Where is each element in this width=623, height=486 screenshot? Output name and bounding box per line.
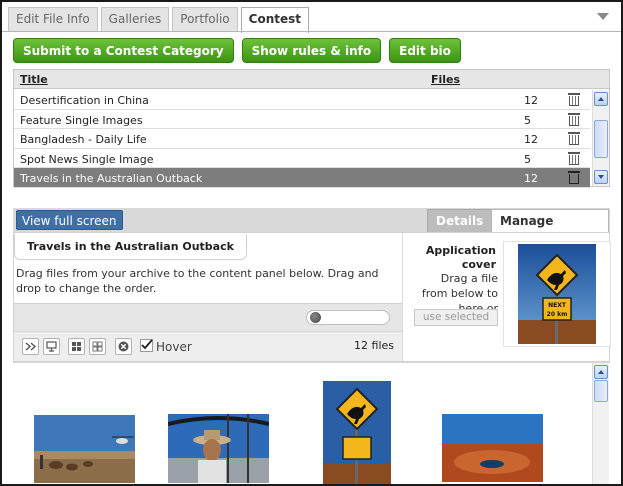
thumbnail-kangaroo-sign[interactable] [323,381,391,484]
content-thumbnails [13,362,610,484]
hover-label: Hover [156,340,192,354]
set-title: Travels in the Australian Outback [14,234,247,260]
scroll-up-icon[interactable] [594,92,608,106]
cover-sign-line1: NEXT [548,302,567,309]
trash-icon[interactable] [568,93,580,106]
trash-icon[interactable] [568,112,580,126]
application-cover-dropzone[interactable]: NEXT 20 km [503,241,611,347]
drag-instructions: Drag files from your archive to the cont… [16,267,379,295]
cover-divider [402,233,403,361]
remove-icon[interactable] [115,338,132,355]
scroll-thumb[interactable] [594,120,608,158]
top-tab-bar: Edit File Info Galleries Portfolio Conte… [8,7,312,33]
row-files: 12 [524,133,538,146]
contest-table: Title Files Desertification in China 12 … [13,69,610,188]
small-grid-icon[interactable] [89,338,106,355]
row-title: Spot News Single Image [20,152,154,166]
zoom-slider-knob[interactable] [310,312,321,323]
tab-manage-content[interactable]: Manage content [491,209,609,250]
show-rules-button[interactable]: Show rules & info [241,38,382,63]
thumbnail-stockman[interactable] [168,414,269,483]
hover-checkbox[interactable] [140,339,153,352]
scroll-thumb[interactable] [594,380,608,402]
thumbnail-scrollbar[interactable] [592,363,609,484]
scroll-up-icon[interactable] [594,365,608,379]
slideshow-icon[interactable] [43,338,60,355]
trash-icon[interactable] [568,132,580,145]
table-row[interactable]: Bangladesh - Daily Life 12 [14,129,590,149]
row-files: 5 [524,152,531,166]
thumbnail-crater[interactable] [442,414,543,482]
row-title: Travels in the Australian Outback [20,172,203,185]
trash-icon[interactable] [568,151,580,165]
tab-details[interactable]: Details [427,209,493,232]
action-button-row: Submit to a Contest Category Show rules … [13,38,469,63]
application-cover-label: Application cover [425,244,496,271]
table-rows: Desertification in China 12 Feature Sing… [14,90,590,188]
cover-image: NEXT 20 km [518,244,596,344]
row-files: 5 [524,113,531,127]
tab-divider [2,31,621,32]
submit-contest-button[interactable]: Submit to a Contest Category [13,38,234,63]
tab-contest[interactable]: Contest [240,7,310,33]
checkmark-icon [141,339,153,350]
expand-icon[interactable] [22,338,39,355]
tab-portfolio[interactable]: Portfolio [172,7,238,31]
table-row[interactable]: Spot News Single Image 5 [14,149,590,168]
use-selected-button[interactable]: use selected [414,309,498,326]
content-toolbar: Hover 12 files [14,331,402,361]
row-title: Desertification in China [20,94,149,107]
cover-sign-line2: 20 km [547,311,568,318]
edit-bio-button[interactable]: Edit bio [389,38,461,63]
file-count: 12 files [354,339,394,352]
scroll-down-icon[interactable] [594,170,608,184]
manage-content-panel: Travels in the Australian Outback Drag f… [13,232,611,362]
collapse-arrow-icon[interactable] [597,13,609,20]
table-row-selected[interactable]: Travels in the Australian Outback 12 [14,168,590,188]
trash-icon[interactable] [568,171,580,184]
table-row[interactable]: Feature Single Images 5 [14,110,590,129]
zoom-slider[interactable] [306,310,390,325]
column-files-header[interactable]: Files [431,73,460,86]
column-title-header[interactable]: Title [20,73,48,86]
row-files: 12 [524,172,538,185]
large-grid-icon[interactable] [68,338,85,355]
row-title: Feature Single Images [20,113,143,127]
row-title: Bangladesh - Daily Life [20,133,147,146]
app-frame: Edit File Info Galleries Portfolio Conte… [0,0,623,486]
table-scrollbar[interactable] [592,90,609,186]
table-row[interactable]: Desertification in China 12 [14,90,590,110]
view-full-screen-button[interactable]: View full screen [16,210,123,230]
zoom-slider-bar [14,303,402,331]
table-header: Title Files [14,70,609,89]
tab-galleries[interactable]: Galleries [100,7,170,31]
row-files: 12 [524,94,538,107]
thumbnail-cattle-helicopter[interactable] [34,415,135,483]
tab-edit-file-info[interactable]: Edit File Info [8,7,98,31]
